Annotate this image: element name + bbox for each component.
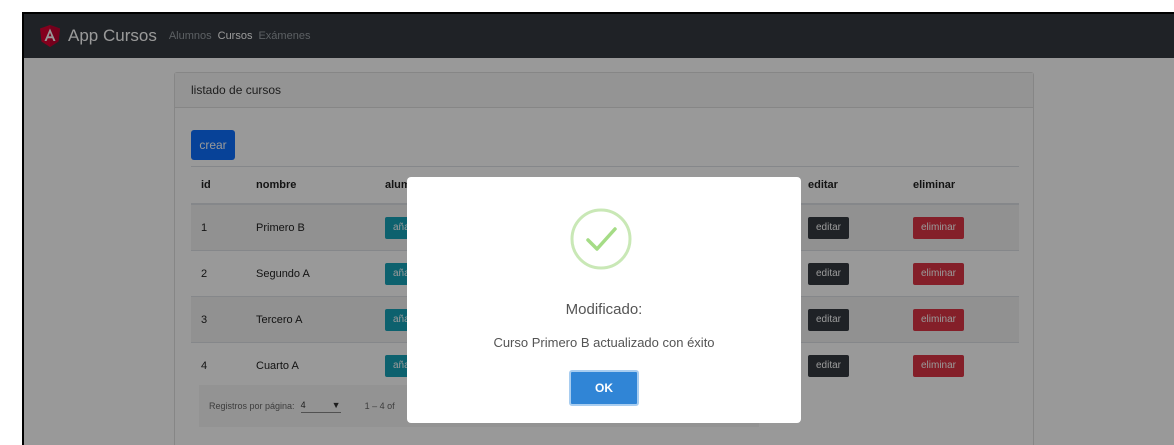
- ok-button[interactable]: OK: [569, 370, 639, 406]
- dialog-message: Curso Primero B actualizado con éxito: [493, 335, 715, 350]
- dialog-title: Modificado:: [565, 301, 643, 318]
- app-window: App Cursos Alumnos Cursos Exámenes lista…: [22, 12, 1174, 445]
- success-check-icon: [570, 208, 632, 270]
- success-dialog: Modificado: Curso Primero B actualizado …: [407, 177, 801, 423]
